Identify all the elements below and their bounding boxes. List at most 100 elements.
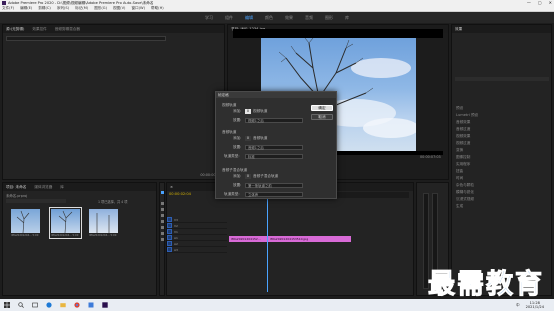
tab-audio-mixer[interactable]: 音频剪辑混合器 [55,27,80,32]
workspace-tab-learning[interactable]: 学习 [205,15,213,21]
tab-media-browser[interactable]: 媒体浏览器 [34,185,52,190]
menu-marker[interactable]: 标记(M) [75,6,88,11]
chrome-icon[interactable] [74,302,80,308]
clip-name: IMG20201204... [11,234,32,237]
video-add-suffix: 视频轨道 [253,109,268,113]
track-select-tool-icon[interactable] [161,202,164,205]
submix-track-type-label: 轨道类型: [224,192,240,196]
ripple-edit-tool-icon[interactable] [161,208,164,211]
clip-duration: 5:00 [72,234,79,237]
project-selection-count: 1 项已选择，共 4 项 [98,200,128,204]
menu-edit[interactable]: 编辑(E) [20,6,32,11]
submix-placement-select[interactable]: 第一条轨道之前 [245,183,303,188]
clip-name: IMG20201204... [89,234,110,237]
effects-folder-presets[interactable]: 预设 [452,105,551,112]
workspace-tab-assembly[interactable]: 组件 [225,15,233,21]
project-clip-2-selected[interactable]: IMG20201204... 5:00 [49,207,82,239]
effects-search-input[interactable] [455,77,549,81]
system-tray: 中 11:28 2021/1/24 [516,301,544,309]
menu-sequence[interactable]: 序列(S) [57,6,69,11]
workspace-tab-graphics[interactable]: 图形 [325,15,333,21]
effects-folder-immersive[interactable]: 沉浸式视频 [452,196,551,203]
effects-list: 预设 Lumetri 预设 音频效果 音频过渡 视频效果 视频过渡 变换 图像控… [452,105,551,210]
track-header-a3[interactable]: A3 [167,247,227,253]
tab-project[interactable]: 项目: 未命名 [6,185,26,190]
timeline-clip-2[interactable]: IMG20201204153510.jpg [268,236,351,242]
cancel-button[interactable]: 取消 [311,114,333,120]
playhead[interactable] [267,192,268,292]
razor-tool-icon[interactable] [161,214,164,217]
effects-folder-blur[interactable]: 模糊与锐化 [452,189,551,196]
source-clip-dropdown[interactable] [6,36,166,41]
tab-sequence[interactable]: × [170,185,173,189]
submix-add-count-input[interactable]: 0 [245,174,251,179]
audio-add-count-input[interactable]: 0 [245,136,251,141]
premiere-logo-icon [2,1,6,5]
tools-panel [159,182,165,296]
effects-folder-image-control[interactable]: 图像控制 [452,154,551,161]
workspace-tab-effects[interactable]: 效果 [285,15,293,21]
windows-start-icon[interactable] [4,302,10,308]
effects-folder-noise[interactable]: 杂色与颗粒 [452,182,551,189]
menu-window[interactable]: 窗口(W) [131,6,145,11]
video-add-count-input[interactable]: 0 [245,109,251,114]
workspace-tab-libraries[interactable]: 库 [345,15,349,21]
tab-libraries[interactable]: 库 [60,185,64,190]
tab-effects[interactable]: 效果 [455,27,462,32]
tab-effect-controls[interactable]: 效果控件 [32,27,46,32]
tree-thumbnail-icon [16,210,30,233]
workspace-tab-audio[interactable]: 音频 [305,15,313,21]
app-icon[interactable] [88,302,94,308]
effects-folder-video-transitions[interactable]: 视频过渡 [452,140,551,147]
edge-browser-icon[interactable] [46,302,52,308]
clock[interactable]: 11:28 2021/1/24 [526,301,544,309]
workspace-bar: 学习 组件 编辑 颜色 效果 音频 图形 库 [0,12,554,23]
workspace-tab-color[interactable]: 颜色 [265,15,273,21]
effects-folder-lumetri[interactable]: Lumetri 预设 [452,112,551,119]
effects-folder-transform[interactable]: 变换 [452,147,551,154]
task-view-icon[interactable] [32,302,38,308]
clip-name: IMG20201204... [51,234,72,237]
tab-source[interactable]: 源:(无剪辑) [6,27,24,32]
effects-folder-time[interactable]: 时间 [452,175,551,182]
pen-tool-icon[interactable] [161,226,164,229]
clip-duration: 5:00 [110,234,117,237]
minimize-button[interactable]: — [527,0,531,5]
effects-folder-audio-effects[interactable]: 音频效果 [452,119,551,126]
effects-folder-audio-transitions[interactable]: 音频过渡 [452,126,551,133]
premiere-pro-taskbar-icon[interactable] [102,302,108,308]
effects-folder-video-effects[interactable]: 视频效果 [452,133,551,140]
submix-track-type-select[interactable]: 立体声 [245,192,303,197]
effects-folder-generate[interactable]: 生成 [452,203,551,210]
type-tool-icon[interactable] [161,238,164,241]
selection-tool-icon[interactable] [161,191,164,194]
menu-view[interactable]: 视图(V) [113,6,125,11]
project-clip-3[interactable]: IMG20201204... 5:00 [89,209,118,237]
video-placement-select[interactable]: 视频1之后 [245,118,303,123]
workspace-tab-editing[interactable]: 编辑 [245,15,253,21]
menu-graphics[interactable]: 图形(G) [94,6,107,11]
audio-placement-select[interactable]: 音频1之后 [245,145,303,150]
file-explorer-icon[interactable] [60,302,66,308]
ok-button[interactable]: 确定 [311,105,333,111]
audio-track-type-select[interactable]: 标准 [245,154,303,159]
letterbox-top [233,29,443,38]
input-language[interactable]: 中 [516,303,520,308]
timeline-clip-1[interactable]: IMG20201204152... [229,236,267,242]
search-icon[interactable] [18,302,24,308]
dialog-title: 帧定格 [216,92,336,98]
hand-tool-icon[interactable] [161,232,164,235]
section-video-tracks: 视频轨道 [222,103,237,107]
menu-file[interactable]: 文件(F) [2,6,14,11]
close-button[interactable]: ✕ [549,0,552,5]
menu-clip[interactable]: 剪辑(C) [38,6,51,11]
project-search-input[interactable] [6,199,66,203]
effects-folder-distort[interactable]: 扭曲 [452,168,551,175]
maximize-button[interactable]: ▢ [538,0,542,5]
project-clip-1[interactable]: IMG20201204... 5:00 [11,209,40,237]
slip-tool-icon[interactable] [161,220,164,223]
effects-folder-utility[interactable]: 实用程序 [452,161,551,168]
submix-placement-label: 放置: [233,183,242,187]
menu-help[interactable]: 帮助(H) [151,6,164,11]
audio-track-type-label: 轨道类型: [224,154,240,158]
